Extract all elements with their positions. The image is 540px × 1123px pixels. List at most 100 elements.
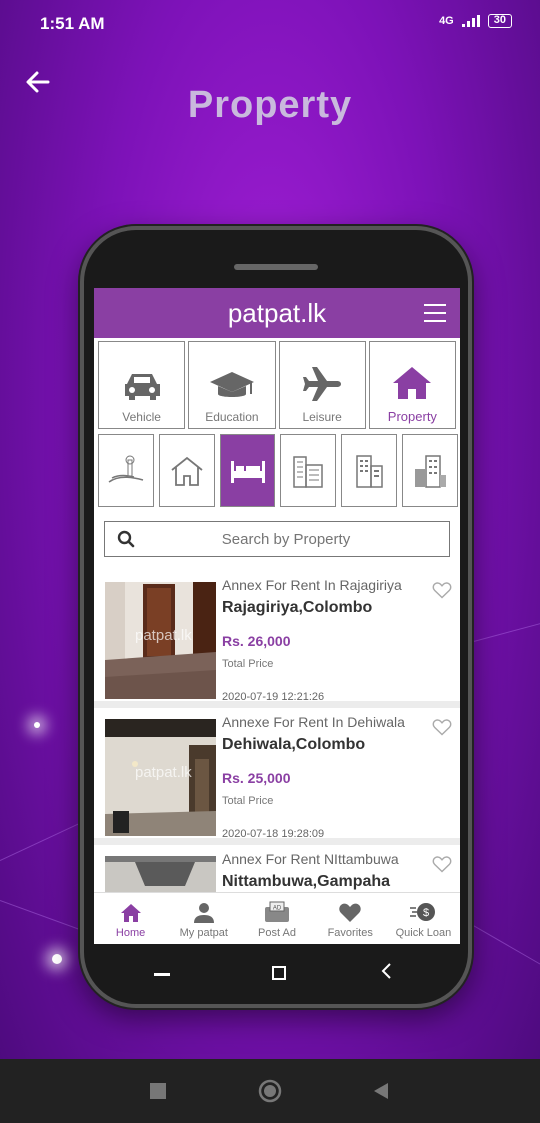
home-button[interactable] [258, 1079, 282, 1108]
favorite-button[interactable] [432, 855, 452, 878]
battery-icon: 30 [487, 14, 512, 28]
listing-location: Dehiwala,Colombo [222, 736, 366, 753]
user-icon [193, 903, 214, 923]
post-ad-badge: AD [273, 906, 282, 912]
listing-title: Annex For Rent NIttambuwa [222, 851, 399, 867]
listing-photo: patpat.lk [105, 582, 216, 699]
subcategory-bar [94, 432, 460, 511]
app-screen: patpat.lk Vehicle Education Leisure Prop… [94, 288, 460, 944]
listing-item[interactable]: patpat.lk Annex For Rent In Rajagiriya R… [94, 571, 460, 703]
commercial-icon [415, 454, 447, 488]
category-leisure[interactable]: Leisure [278, 341, 366, 429]
subcategory-house[interactable] [158, 434, 215, 507]
listing-location: Rajagiriya,Colombo [222, 599, 373, 616]
search-container [94, 511, 460, 571]
house-outline-icon [171, 456, 203, 486]
listing-price: Rs. 25,000 [222, 770, 291, 786]
land-icon [108, 455, 144, 483]
brand-logo: patpat.lk [227, 298, 327, 328]
listing-list: patpat.lk Annex For Rent In Rajagiriya R… [94, 571, 460, 944]
phone-home-button [272, 966, 286, 985]
favorite-button[interactable] [432, 581, 452, 604]
status-bar: 1:51 AM 4G 30 [0, 0, 540, 44]
listing-info: Annexe For Rent In Dehiwala Dehiwala,Col… [222, 714, 452, 840]
phone-nav-bar [84, 954, 476, 994]
recents-button[interactable] [150, 1083, 166, 1104]
search-icon [117, 530, 135, 548]
listing-date: 2020-07-18 19:28:09 [222, 828, 325, 840]
chevron-left-icon [381, 963, 391, 979]
status-icons: 4G 30 [439, 14, 512, 28]
heart-outline-icon [432, 856, 452, 873]
listing-price-label: Total Price [222, 658, 274, 670]
graduation-cap-icon [209, 372, 254, 397]
category-label: Education [205, 410, 259, 424]
category-education[interactable]: Education [188, 341, 276, 429]
phone-back-button [380, 962, 392, 985]
category-property[interactable]: Property [368, 341, 456, 429]
page-title: Property [187, 84, 353, 126]
app-bar: patpat.lk [94, 288, 460, 338]
listing-location: Nittambuwa,Gampaha [222, 873, 391, 890]
subcategory-apartment[interactable] [280, 434, 337, 507]
listing-title: Annex For Rent In Rajagiriya [222, 577, 402, 593]
watermark: patpat.lk [135, 627, 192, 644]
watermark: patpat.lk [135, 764, 192, 781]
square-icon [272, 966, 286, 980]
back-nav-button[interactable] [372, 1081, 390, 1106]
favorite-button[interactable] [432, 718, 452, 741]
system-nav-bar [0, 1059, 540, 1123]
apartment-icon [293, 455, 324, 488]
phone-mockup: patpat.lk Vehicle Education Leisure Prop… [80, 226, 472, 1008]
subcategory-building[interactable] [341, 434, 398, 507]
category-label: Vehicle [122, 410, 161, 424]
hamburger-menu-icon[interactable] [424, 304, 446, 328]
post-ad-icon: AD [265, 901, 289, 922]
airplane-icon [303, 367, 342, 401]
heart-icon [339, 903, 361, 922]
phone-menu-button [154, 964, 170, 982]
listing-price: Rs. 26,000 [222, 633, 291, 649]
car-icon [124, 374, 160, 400]
nav-my-patpat[interactable]: My patpat [167, 893, 240, 944]
category-label: Leisure [302, 410, 342, 424]
bottom-nav: Home My patpat AD Post Ad Favorites $ Qu… [94, 892, 460, 944]
category-vehicle[interactable]: Vehicle [98, 341, 186, 429]
nav-quick-loan[interactable]: $ Quick Loan [387, 893, 460, 944]
nav-label: Quick Loan [395, 927, 452, 939]
triangle-left-icon [374, 1083, 388, 1099]
listing-price-label: Total Price [222, 795, 274, 807]
loan-icon: $ [410, 903, 436, 921]
subcategory-room[interactable] [219, 434, 276, 507]
nav-post-ad[interactable]: AD Post Ad [240, 893, 313, 944]
phone-speaker [234, 264, 318, 270]
bed-icon [230, 460, 265, 483]
circle-icon [258, 1079, 282, 1103]
square-icon [150, 1083, 166, 1099]
listing-title: Annexe For Rent In Dehiwala [222, 714, 405, 730]
house-icon [393, 367, 432, 399]
listing-item[interactable]: patpat.lk Annexe For Rent In Dehiwala De… [94, 708, 460, 840]
status-time: 1:51 AM [40, 14, 105, 33]
heart-outline-icon [432, 719, 452, 736]
nav-label: My patpat [179, 927, 228, 939]
subcategory-land[interactable] [98, 434, 154, 507]
nav-favorites[interactable]: Favorites [314, 893, 387, 944]
heart-outline-icon [432, 582, 452, 599]
category-bar: Vehicle Education Leisure Property [94, 338, 460, 432]
signal-icon [461, 15, 480, 27]
search-box [104, 521, 450, 557]
subcategory-commercial[interactable] [402, 434, 458, 507]
nav-label: Home [115, 927, 146, 939]
decor-glow [52, 954, 62, 964]
nav-label: Post Ad [258, 927, 296, 939]
listing-info: Annex For Rent In Rajagiriya Rajagiriya,… [222, 577, 452, 703]
category-label: Property [387, 409, 437, 424]
minus-icon [154, 973, 170, 976]
nav-home[interactable]: Home [94, 893, 167, 944]
svg-text:$: $ [423, 907, 429, 919]
search-input[interactable] [135, 530, 437, 548]
listing-date: 2020-07-19 12:21:26 [222, 691, 325, 703]
building-icon [356, 454, 383, 488]
decor-glow [34, 722, 40, 728]
